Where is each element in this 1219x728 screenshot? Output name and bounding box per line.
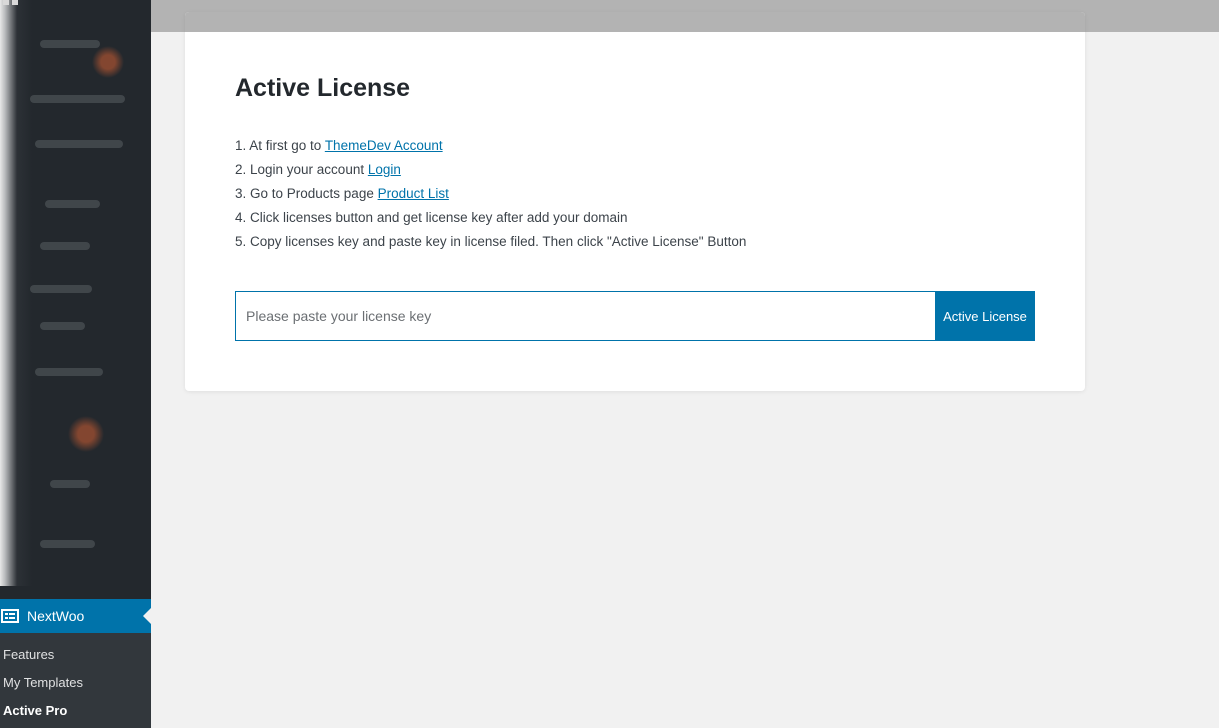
themedev-account-link[interactable]: ThemeDev Account [325, 138, 443, 153]
submenu-item-my-templates[interactable]: My Templates [3, 675, 83, 690]
login-link[interactable]: Login [368, 162, 401, 177]
instruction-list: 1. At first go to ThemeDev Account 2. Lo… [235, 137, 746, 257]
wp-logo-icon [3, 0, 21, 6]
sidebar-item-label: NextWoo [27, 608, 85, 624]
step-text: 3. Go to Products page [235, 186, 378, 201]
sidebar-item-nextwoo[interactable]: NextWoo [0, 599, 151, 633]
page-title: Active License [235, 74, 411, 102]
instruction-step: 2. Login your account Login [235, 161, 746, 185]
step-text: 1. At first go to [235, 138, 325, 153]
step-text: 4. Click licenses button and get license… [235, 210, 628, 225]
admin-sidebar: NextWoo Features My Templates Active Pro [0, 0, 151, 728]
license-key-input[interactable] [235, 291, 935, 341]
sidebar-submenu: Features My Templates Active Pro [0, 633, 151, 728]
license-card: Active License 1. At first go to ThemeDe… [185, 12, 1085, 391]
instruction-step: 3. Go to Products page Product List [235, 185, 746, 209]
step-text: 2. Login your account [235, 162, 368, 177]
table-layout-icon [1, 609, 19, 623]
submenu-item-features[interactable]: Features [3, 647, 54, 662]
step-text: 5. Copy licenses key and paste key in li… [235, 234, 747, 249]
active-license-button[interactable]: Active License [935, 291, 1035, 341]
product-list-link[interactable]: Product List [378, 186, 449, 201]
instruction-step: 5. Copy licenses key and paste key in li… [235, 233, 746, 257]
instruction-step: 4. Click licenses button and get license… [235, 209, 746, 233]
submenu-item-active-pro[interactable]: Active Pro [3, 703, 67, 718]
card-top-overlay [185, 12, 1085, 32]
license-form: Active License [235, 291, 1035, 341]
instruction-step: 1. At first go to ThemeDev Account [235, 137, 746, 161]
sidebar-blurred-menu [0, 0, 151, 586]
